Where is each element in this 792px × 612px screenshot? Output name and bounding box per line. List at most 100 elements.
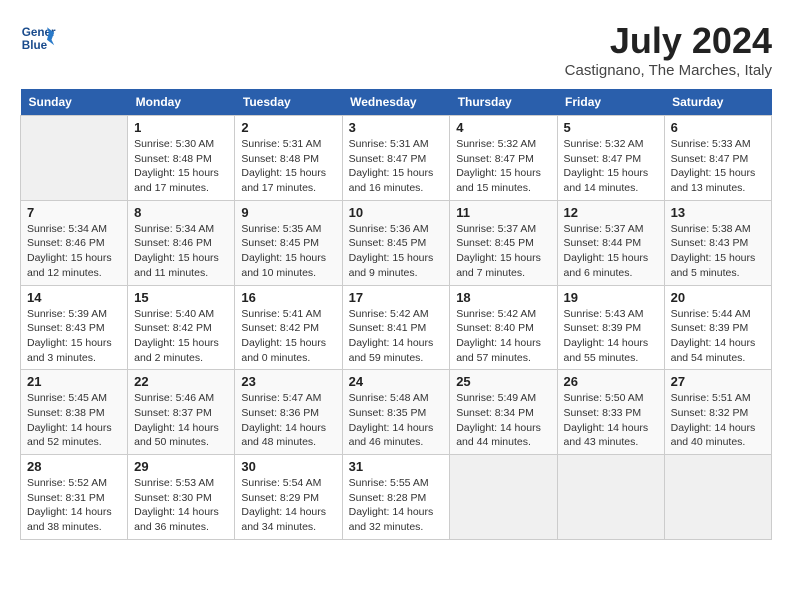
day-info: Sunrise: 5:55 AMSunset: 8:28 PMDaylight:…: [349, 476, 444, 535]
day-info: Sunrise: 5:47 AMSunset: 8:36 PMDaylight:…: [241, 391, 335, 450]
day-info: Sunrise: 5:51 AMSunset: 8:32 PMDaylight:…: [671, 391, 765, 450]
col-header-friday: Friday: [557, 89, 664, 116]
calendar-cell: 9Sunrise: 5:35 AMSunset: 8:45 PMDaylight…: [235, 200, 342, 285]
calendar-cell: 13 Sunrise: 5:38 AMSunset: 8:43 PMDayligh…: [664, 200, 771, 285]
day-info: Sunrise: 5:42 AMSunset: 8:41 PMDaylight:…: [349, 307, 444, 366]
col-header-saturday: Saturday: [664, 89, 771, 116]
col-header-wednesday: Wednesday: [342, 89, 450, 116]
calendar-cell: 11 Sunrise: 5:37 AMSunset: 8:45 PMDayligh…: [450, 200, 557, 285]
calendar-cell: 24Sunrise: 5:48 AMSunset: 8:35 PMDayligh…: [342, 370, 450, 455]
day-info: Sunrise: 5:42 AMSunset: 8:40 PMDaylight:…: [456, 307, 550, 366]
day-number: 1: [134, 120, 228, 135]
day-number: 20: [671, 290, 765, 305]
calendar-cell: [450, 455, 557, 540]
day-info: Sunrise: 5:46 AMSunset: 8:37 PMDaylight:…: [134, 391, 228, 450]
calendar-cell: 4Sunrise: 5:32 AMSunset: 8:47 PMDaylight…: [450, 116, 557, 201]
svg-text:Blue: Blue: [22, 39, 48, 52]
day-number: 19: [564, 290, 658, 305]
calendar-cell: 16 Sunrise: 5:41 AMSunset: 8:42 PMDayligh…: [235, 285, 342, 370]
calendar-cell: 10Sunrise: 5:36 AMSunset: 8:45 PMDayligh…: [342, 200, 450, 285]
day-info: Sunrise: 5:41 AMSunset: 8:42 PMDaylight:…: [241, 307, 335, 366]
day-info: Sunrise: 5:52 AMSunset: 8:31 PMDaylight:…: [27, 476, 121, 535]
week-row-5: 28 Sunrise: 5:52 AMSunset: 8:31 PMDayligh…: [21, 455, 772, 540]
day-number: 3: [349, 120, 444, 135]
day-number: 18: [456, 290, 550, 305]
calendar-table: SundayMondayTuesdayWednesdayThursdayFrid…: [20, 89, 772, 540]
day-info: Sunrise: 5:30 AMSunset: 8:48 PMDaylight:…: [134, 137, 228, 196]
calendar-cell: 1 Sunrise: 5:30 AMSunset: 8:48 PMDaylight…: [128, 116, 235, 201]
day-number: 24: [349, 374, 444, 389]
day-info: Sunrise: 5:49 AMSunset: 8:34 PMDaylight:…: [456, 391, 550, 450]
header: General Blue July 2024 Castignano, The M…: [20, 20, 772, 79]
day-number: 8: [134, 205, 228, 220]
location-title: Castignano, The Marches, Italy: [565, 62, 772, 79]
calendar-cell: 22 Sunrise: 5:46 AMSunset: 8:37 PMDayligh…: [128, 370, 235, 455]
day-number: 16: [241, 290, 335, 305]
day-number: 14: [27, 290, 121, 305]
day-number: 6: [671, 120, 765, 135]
col-header-thursday: Thursday: [450, 89, 557, 116]
day-info: Sunrise: 5:38 AMSunset: 8:43 PMDaylight:…: [671, 222, 765, 281]
day-number: 17: [349, 290, 444, 305]
calendar-cell: 3 Sunrise: 5:31 AMSunset: 8:47 PMDaylight…: [342, 116, 450, 201]
title-area: July 2024 Castignano, The Marches, Italy: [565, 20, 772, 79]
day-number: 13: [671, 205, 765, 220]
day-info: Sunrise: 5:43 AMSunset: 8:39 PMDaylight:…: [564, 307, 658, 366]
day-info: Sunrise: 5:40 AMSunset: 8:42 PMDaylight:…: [134, 307, 228, 366]
calendar-cell: [21, 116, 128, 201]
day-number: 30: [241, 459, 335, 474]
day-number: 15: [134, 290, 228, 305]
day-number: 29: [134, 459, 228, 474]
calendar-header-row: SundayMondayTuesdayWednesdayThursdayFrid…: [21, 89, 772, 116]
day-info: Sunrise: 5:34 AMSunset: 8:46 PMDaylight:…: [134, 222, 228, 281]
day-number: 7: [27, 205, 121, 220]
month-title: July 2024: [565, 20, 772, 62]
day-info: Sunrise: 5:36 AMSunset: 8:45 PMDaylight:…: [349, 222, 444, 281]
day-number: 4: [456, 120, 550, 135]
day-number: 23: [241, 374, 335, 389]
day-info: Sunrise: 5:39 AMSunset: 8:43 PMDaylight:…: [27, 307, 121, 366]
calendar-cell: 7Sunrise: 5:34 AMSunset: 8:46 PMDaylight…: [21, 200, 128, 285]
day-number: 25: [456, 374, 550, 389]
day-number: 26: [564, 374, 658, 389]
calendar-cell: 14 Sunrise: 5:39 AMSunset: 8:43 PMDayligh…: [21, 285, 128, 370]
calendar-cell: 18 Sunrise: 5:42 AMSunset: 8:40 PMDayligh…: [450, 285, 557, 370]
day-number: 21: [27, 374, 121, 389]
day-info: Sunrise: 5:33 AMSunset: 8:47 PMDaylight:…: [671, 137, 765, 196]
day-number: 12: [564, 205, 658, 220]
day-info: Sunrise: 5:54 AMSunset: 8:29 PMDaylight:…: [241, 476, 335, 535]
calendar-cell: 21 Sunrise: 5:45 AMSunset: 8:38 PMDayligh…: [21, 370, 128, 455]
calendar-cell: 30 Sunrise: 5:54 AMSunset: 8:29 PMDayligh…: [235, 455, 342, 540]
logo: General Blue: [20, 20, 56, 56]
calendar-cell: 23 Sunrise: 5:47 AMSunset: 8:36 PMDayligh…: [235, 370, 342, 455]
day-info: Sunrise: 5:32 AMSunset: 8:47 PMDaylight:…: [564, 137, 658, 196]
calendar-cell: 20 Sunrise: 5:44 AMSunset: 8:39 PMDayligh…: [664, 285, 771, 370]
calendar-cell: 27Sunrise: 5:51 AMSunset: 8:32 PMDayligh…: [664, 370, 771, 455]
col-header-monday: Monday: [128, 89, 235, 116]
day-info: Sunrise: 5:45 AMSunset: 8:38 PMDaylight:…: [27, 391, 121, 450]
week-row-2: 7 Sunrise: 5:34 AMSunset: 8:46 PMDaylight…: [21, 200, 772, 285]
week-row-4: 21 Sunrise: 5:45 AMSunset: 8:38 PMDayligh…: [21, 370, 772, 455]
day-number: 31: [349, 459, 444, 474]
logo-icon: General Blue: [20, 20, 56, 56]
day-number: 28: [27, 459, 121, 474]
week-row-3: 14 Sunrise: 5:39 AMSunset: 8:43 PMDayligh…: [21, 285, 772, 370]
day-info: Sunrise: 5:31 AMSunset: 8:48 PMDaylight:…: [241, 137, 335, 196]
calendar-cell: 26Sunrise: 5:50 AMSunset: 8:33 PMDayligh…: [557, 370, 664, 455]
day-info: Sunrise: 5:37 AMSunset: 8:45 PMDaylight:…: [456, 222, 550, 281]
calendar-cell: [664, 455, 771, 540]
day-info: Sunrise: 5:37 AMSunset: 8:44 PMDaylight:…: [564, 222, 658, 281]
calendar-cell: 15 Sunrise: 5:40 AMSunset: 8:42 PMDayligh…: [128, 285, 235, 370]
day-info: Sunrise: 5:31 AMSunset: 8:47 PMDaylight:…: [349, 137, 444, 196]
col-header-tuesday: Tuesday: [235, 89, 342, 116]
calendar-cell: 6 Sunrise: 5:33 AMSunset: 8:47 PMDaylight…: [664, 116, 771, 201]
calendar-cell: 28 Sunrise: 5:52 AMSunset: 8:31 PMDayligh…: [21, 455, 128, 540]
day-number: 11: [456, 205, 550, 220]
calendar-cell: 29 Sunrise: 5:53 AMSunset: 8:30 PMDayligh…: [128, 455, 235, 540]
calendar-cell: 2Sunrise: 5:31 AMSunset: 8:48 PMDaylight…: [235, 116, 342, 201]
calendar-cell: 19 Sunrise: 5:43 AMSunset: 8:39 PMDayligh…: [557, 285, 664, 370]
day-number: 22: [134, 374, 228, 389]
day-info: Sunrise: 5:44 AMSunset: 8:39 PMDaylight:…: [671, 307, 765, 366]
day-info: Sunrise: 5:53 AMSunset: 8:30 PMDaylight:…: [134, 476, 228, 535]
week-row-1: 1 Sunrise: 5:30 AMSunset: 8:48 PMDaylight…: [21, 116, 772, 201]
